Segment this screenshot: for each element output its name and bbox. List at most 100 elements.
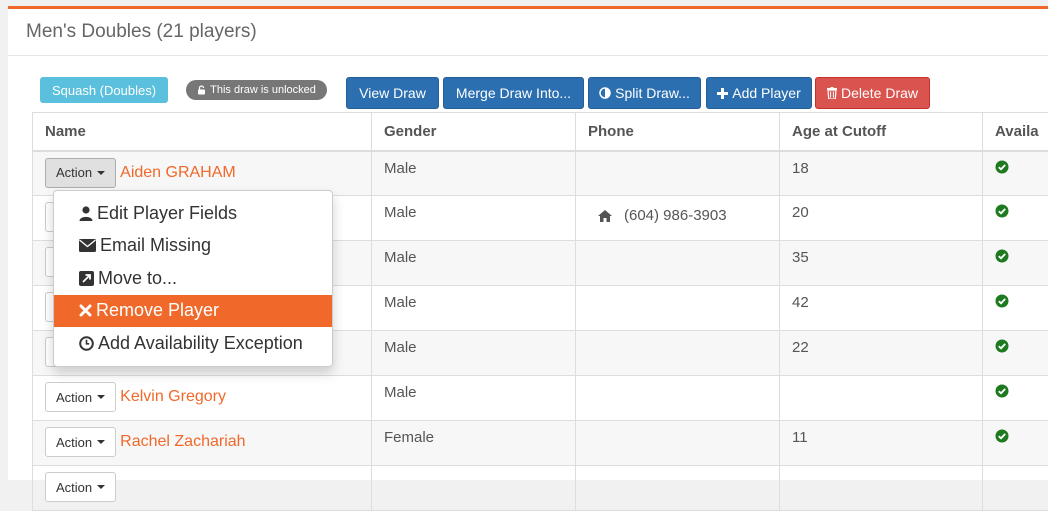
availability-cell [983,241,1048,286]
name-cell: Action [33,466,372,511]
check-circle-icon [995,429,1009,443]
phone-cell: (604) 986-3903 [576,196,780,241]
check-circle-icon [995,384,1009,398]
action-dropdown-button[interactable]: Action [45,158,116,188]
player-name-link[interactable]: Rachel Zachariah [120,433,245,450]
player-name-link[interactable]: Aiden GRAHAM [120,164,236,181]
caret-down-icon [97,440,105,444]
merge-draw-button[interactable]: Merge Draw Into... [443,77,584,109]
menu-item-edit-player-fields[interactable]: Edit Player Fields [54,197,332,230]
action-dropdown-button[interactable]: Action [45,427,116,457]
gender-cell: Male [372,151,576,196]
menu-item-label: Email Missing [100,235,211,256]
view-draw-button[interactable]: View Draw [346,77,439,109]
age-cell: 22 [780,331,983,376]
gender-cell: Female [372,421,576,466]
age-cell: 35 [780,241,983,286]
name-cell: Action Kelvin Gregory [33,376,372,421]
lock-status-badge: This draw is unlocked [186,80,327,100]
column-header-age[interactable]: Age at Cutoff [780,113,983,151]
action-dropdown-menu: Edit Player Fields Email Missing Move to… [53,190,333,367]
action-label: Action [56,480,92,495]
gender-cell: Male [372,196,576,241]
phone-cell [576,331,780,376]
phone-cell [576,241,780,286]
trash-icon [827,87,837,99]
menu-item-label: Add Availability Exception [98,333,303,354]
phone-cell [576,376,780,421]
column-header-availability[interactable]: Availa [983,113,1048,151]
table-header-row: Name Gender Phone Age at Cutoff Availa [33,113,1048,151]
check-circle-icon [995,339,1009,353]
gender-cell: Male [372,331,576,376]
player-name-link[interactable]: Kelvin Gregory [120,388,226,405]
phone-cell [576,466,780,511]
availability-cell [983,376,1048,421]
gender-cell: Male [372,286,576,331]
phone-number: (604) 986-3903 [624,207,727,224]
column-header-phone[interactable]: Phone [576,113,780,151]
gender-cell [372,466,576,511]
view-draw-label: View Draw [359,85,426,101]
table-row: Action Rachel Zachariah Female 11 [33,421,1048,466]
availability-cell [983,331,1048,376]
panel-title: Men's Doubles (21 players) [8,9,1048,56]
gender-cell: Male [372,241,576,286]
lock-status-label: This draw is unlocked [210,84,316,96]
plus-icon [717,88,728,99]
action-label: Action [56,165,92,180]
name-cell: Action Rachel Zachariah [33,421,372,466]
check-circle-icon [995,249,1009,263]
column-header-name[interactable]: Name [33,113,372,151]
home-icon [598,210,612,222]
phone-cell [576,286,780,331]
availability-cell [983,286,1048,331]
menu-item-remove-player[interactable]: Remove Player [54,295,332,328]
add-player-label: Add Player [732,85,800,101]
times-icon [79,304,92,317]
age-cell: 20 [780,196,983,241]
split-draw-label: Split Draw... [615,85,690,101]
age-cell [780,376,983,421]
menu-item-move-to[interactable]: Move to... [54,262,332,295]
action-label: Action [56,435,92,450]
check-circle-icon [995,160,1009,174]
caret-down-icon [97,485,105,489]
action-label: Action [56,390,92,405]
availability-cell [983,196,1048,241]
age-cell [780,466,983,511]
add-player-button[interactable]: Add Player [706,77,812,109]
merge-draw-label: Merge Draw Into... [456,85,571,101]
column-header-gender[interactable]: Gender [372,113,576,151]
unlock-icon [197,85,207,95]
sport-tag: Squash (Doubles) [40,77,168,103]
menu-item-email-missing[interactable]: Email Missing [54,230,332,263]
age-cell: 42 [780,286,983,331]
action-dropdown-button[interactable]: Action [45,472,116,502]
adjust-icon [599,87,611,99]
check-circle-icon [995,204,1009,218]
delete-draw-button[interactable]: Delete Draw [815,77,930,109]
caret-down-icon [97,395,105,399]
clock-icon [79,336,94,351]
age-cell: 11 [780,421,983,466]
caret-down-icon [97,171,105,175]
menu-item-label: Move to... [98,268,177,289]
availability-cell [983,421,1048,466]
phone-cell [576,421,780,466]
menu-item-label: Remove Player [96,300,219,321]
availability-cell [983,466,1048,511]
name-cell: Action Aiden GRAHAM [33,151,372,196]
menu-item-label: Edit Player Fields [97,203,237,224]
split-draw-button[interactable]: Split Draw... [588,77,701,109]
phone-cell [576,151,780,196]
check-circle-icon [995,294,1009,308]
age-cell: 18 [780,151,983,196]
delete-draw-label: Delete Draw [841,85,918,101]
menu-item-add-availability-exception[interactable]: Add Availability Exception [54,327,332,360]
table-row: ActionKelvin Gregory Male [33,376,1048,421]
envelope-icon [79,239,96,252]
action-dropdown-button[interactable]: Action [45,382,116,412]
external-link-icon [79,271,94,286]
table-row: Action [33,466,1048,511]
